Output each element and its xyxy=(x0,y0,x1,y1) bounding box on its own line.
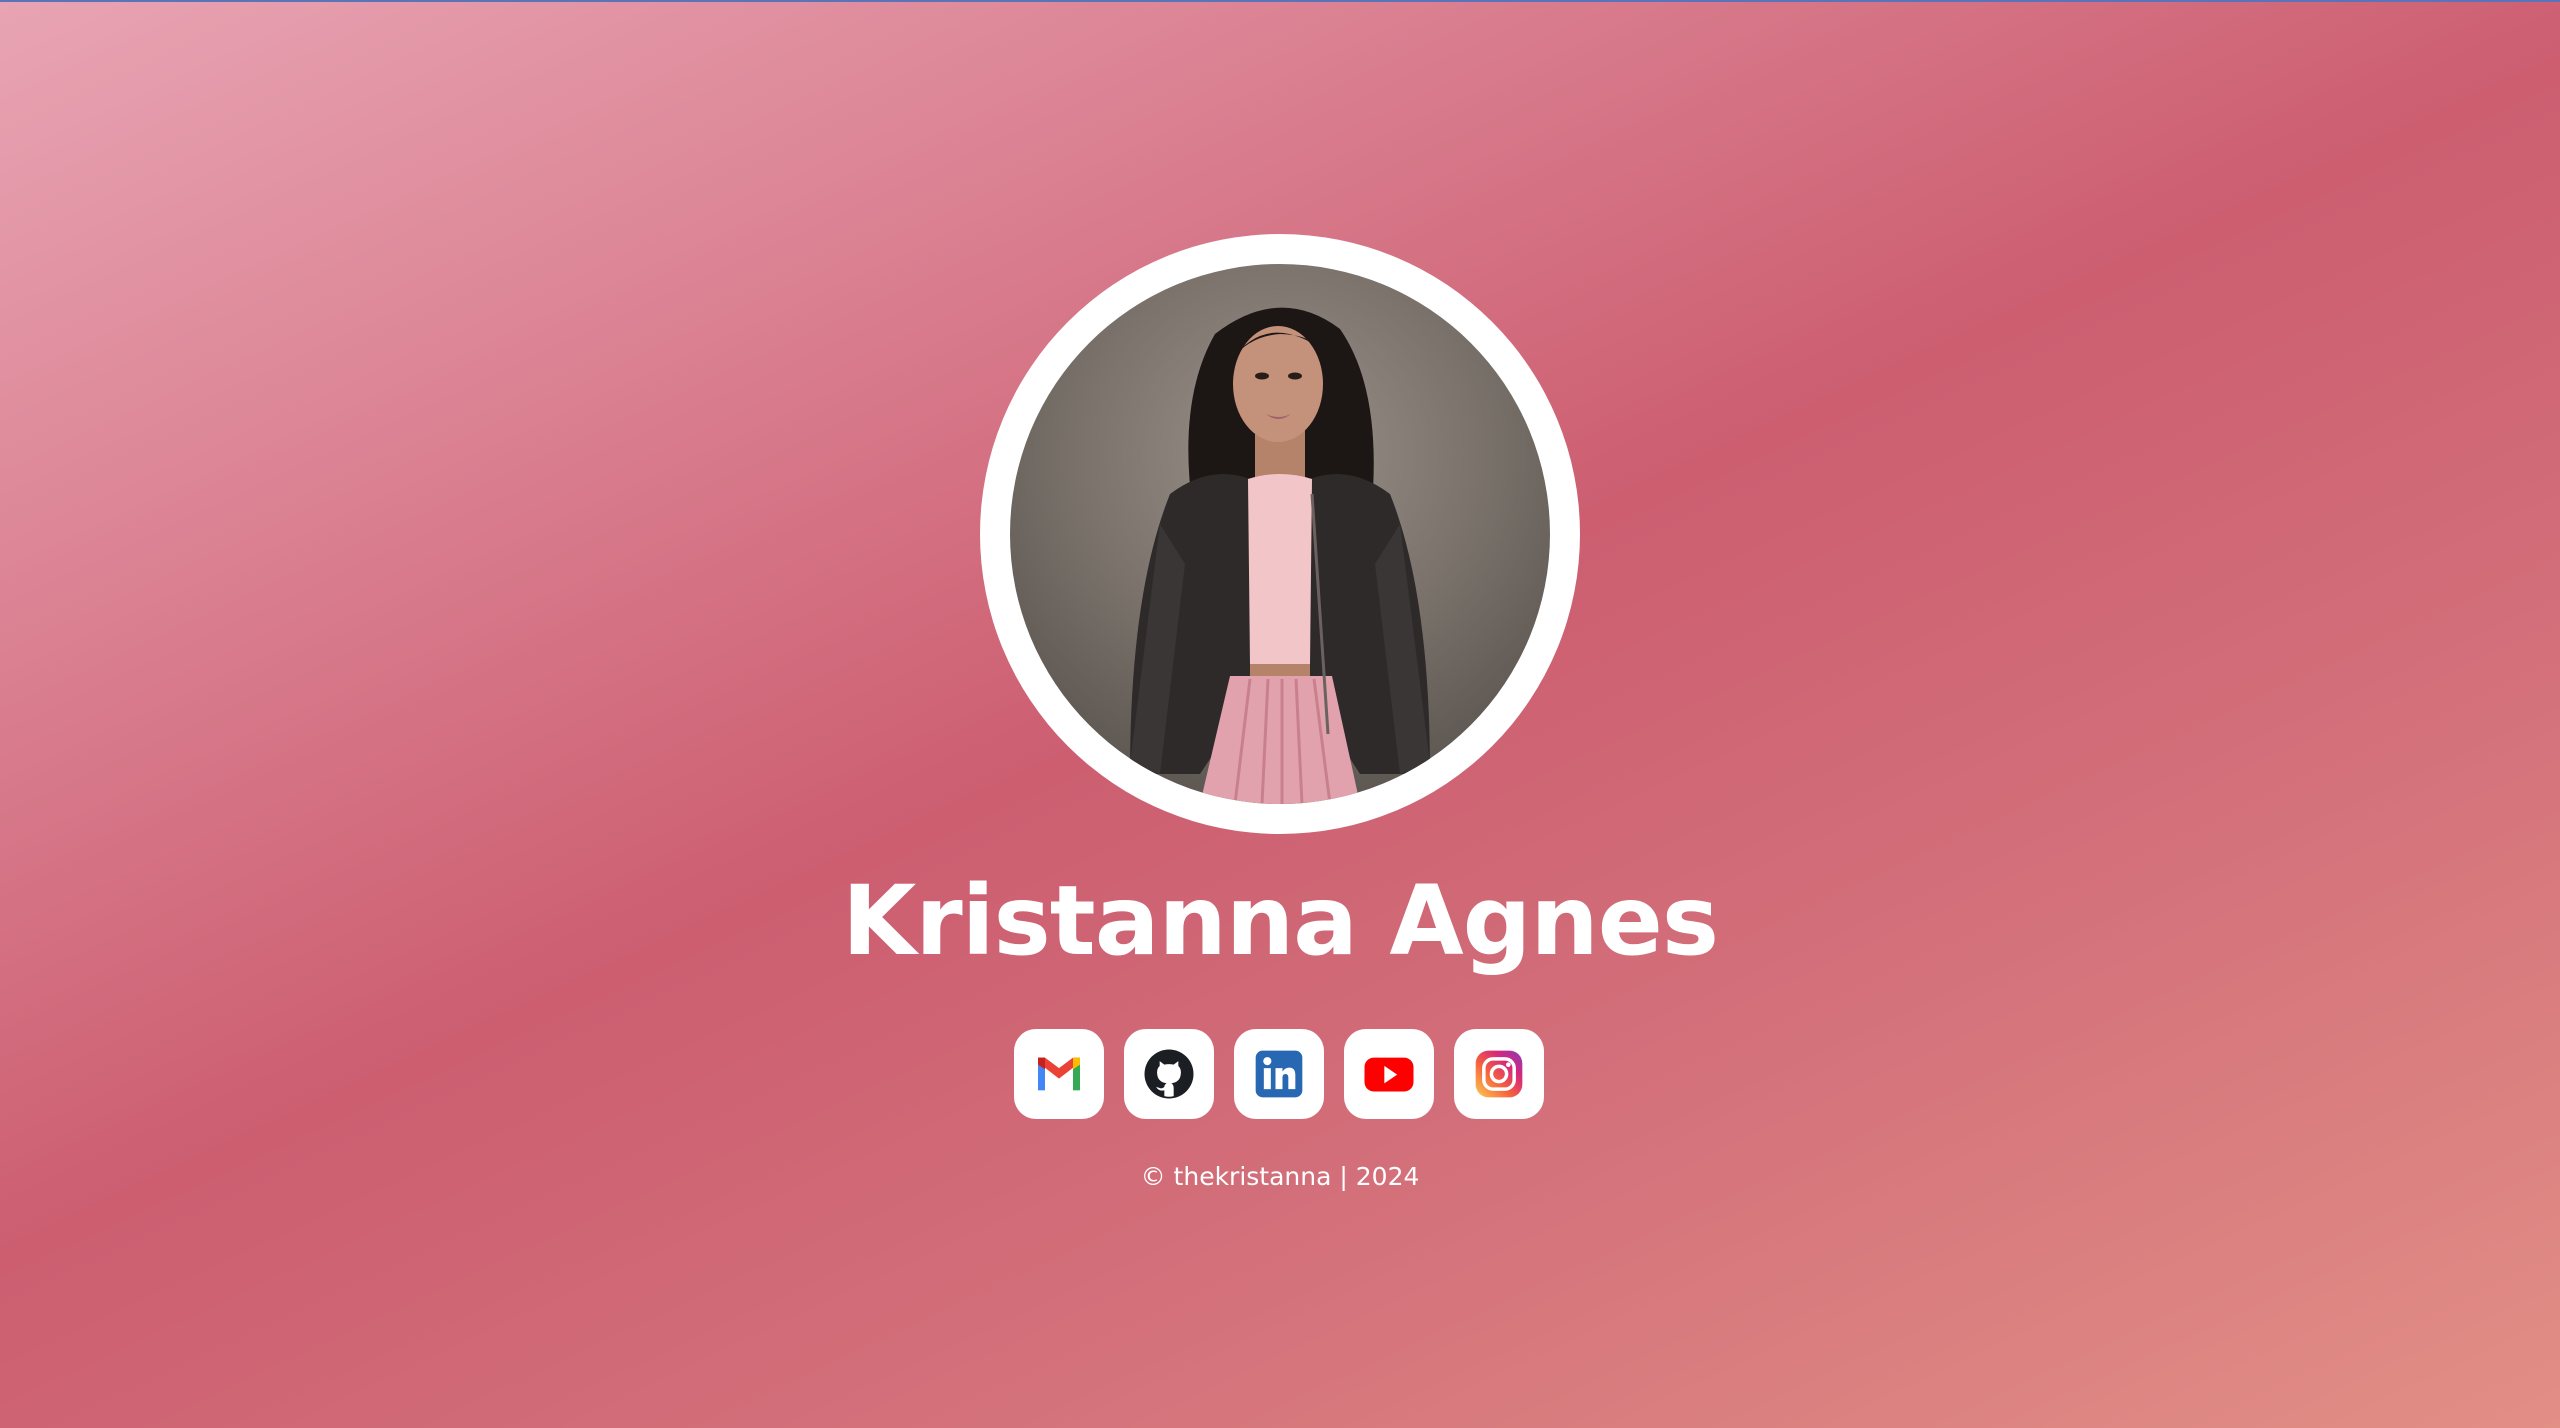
gmail-icon xyxy=(1038,1057,1080,1091)
footer-copyright: © thekristanna | 2024 xyxy=(1140,1162,1420,1191)
youtube-link[interactable] xyxy=(1344,1029,1434,1119)
social-links xyxy=(1014,1029,1546,1119)
github-icon xyxy=(1144,1049,1194,1099)
youtube-icon xyxy=(1364,1057,1414,1092)
linkedin-icon xyxy=(1255,1050,1303,1098)
avatar-frame xyxy=(980,234,1580,834)
linkedin-link[interactable] xyxy=(1234,1029,1324,1119)
instagram-icon xyxy=(1475,1050,1523,1098)
instagram-link[interactable] xyxy=(1454,1029,1544,1119)
profile-photo xyxy=(1130,307,1430,804)
profile-card: Kristanna Agnes © thekristanna | 2024 xyxy=(0,0,2560,1428)
profile-name: Kristanna Agnes xyxy=(842,865,1719,977)
avatar xyxy=(1010,264,1550,804)
gmail-link[interactable] xyxy=(1014,1029,1104,1119)
github-link[interactable] xyxy=(1124,1029,1214,1119)
